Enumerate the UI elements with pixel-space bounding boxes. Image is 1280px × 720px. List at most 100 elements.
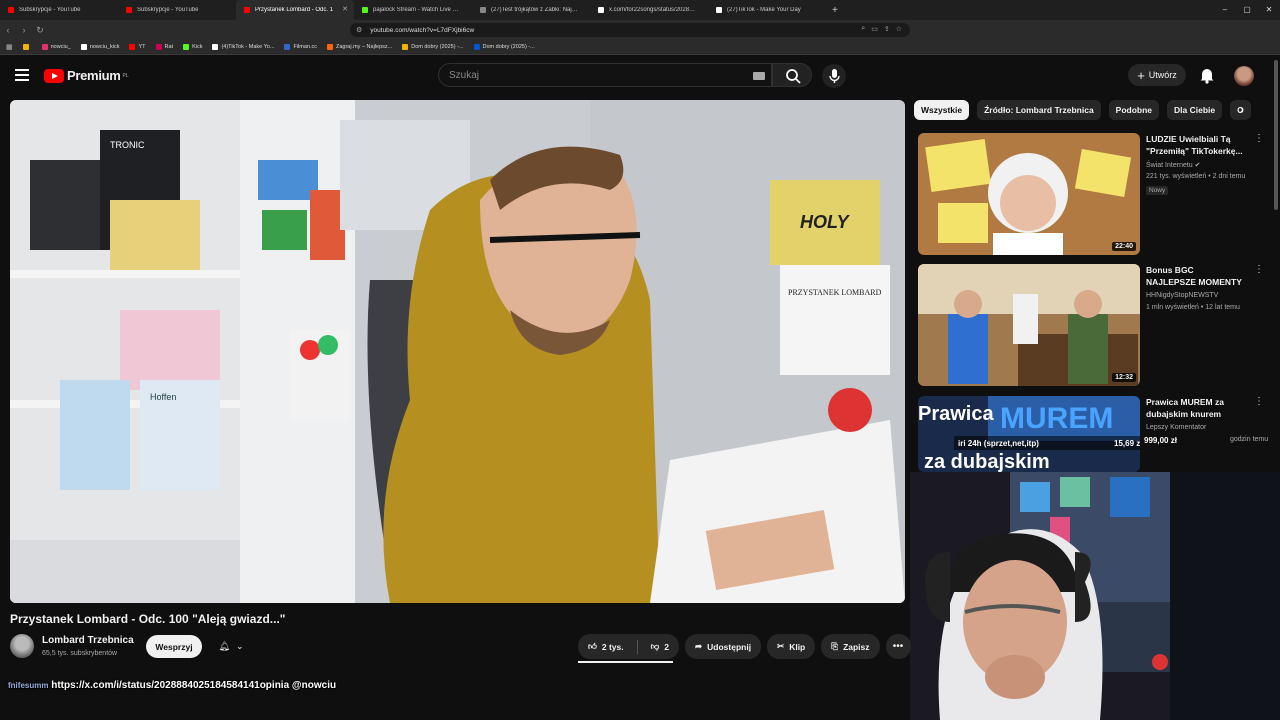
- browser-tab[interactable]: Subskrypcje - YouTube: [0, 0, 118, 20]
- recommendation-title[interactable]: Bonus BGC NAJLEPSZE MOMENTY MIX VIDEO: [1146, 264, 1246, 288]
- browser-tab[interactable]: (27)TikTok - Make Your Day: [708, 0, 826, 20]
- clip-label: Klip: [789, 641, 806, 652]
- zoom-icon[interactable]: ⌕: [861, 25, 865, 33]
- share-button[interactable]: ➦ Udostępnij: [685, 634, 762, 659]
- site-info-icon[interactable]: ⚙: [356, 26, 362, 34]
- bookmark-favicon-icon: [473, 44, 480, 50]
- youtube-premium-logo[interactable]: Premium PL: [44, 68, 129, 83]
- url-omnibox[interactable]: ⚙ youtube.com/watch?v=L7dFXjbi6cw ⌕ ▭ ⇪ …: [350, 23, 910, 37]
- recommendation-thumbnail[interactable]: 22:40: [918, 133, 1140, 255]
- create-button[interactable]: + Utwórz: [1128, 64, 1186, 86]
- star-icon[interactable]: ☆: [896, 25, 902, 33]
- youtube-header: Premium PL Szukaj + Utwórz: [0, 56, 1280, 94]
- more-options-icon[interactable]: ⋮: [1254, 133, 1264, 144]
- more-options-icon[interactable]: ⋮: [1254, 396, 1264, 407]
- apps-grid-icon[interactable]: ▦: [6, 43, 13, 51]
- minimize-button[interactable]: –: [1214, 0, 1236, 20]
- hamburger-menu-icon[interactable]: [15, 69, 29, 84]
- search-input[interactable]: Szukaj: [438, 63, 772, 87]
- recommendation-thumbnail[interactable]: Prawica MUREM za dubajskim iri 24h (sprz…: [918, 396, 1140, 472]
- keyboard-icon[interactable]: [753, 72, 765, 80]
- chevron-right-icon[interactable]: ›: [1240, 104, 1244, 116]
- bookmark-label: YT: [138, 44, 146, 50]
- browser-tab[interactable]: Przystanek Lombard - Odc. 1 ✕: [236, 0, 354, 20]
- account-avatar[interactable]: [1234, 66, 1254, 86]
- new-tab-button[interactable]: +: [832, 5, 838, 16]
- page-scrollbar[interactable]: [1274, 60, 1278, 210]
- channel-name[interactable]: Lombard Trzebnica: [42, 635, 134, 646]
- recommendation-channel[interactable]: Lepszy Komentator: [1146, 424, 1206, 431]
- install-icon[interactable]: ▭: [871, 25, 878, 33]
- plus-icon: +: [1137, 67, 1145, 83]
- back-icon[interactable]: ‹: [0, 25, 16, 35]
- filter-chip[interactable]: Dla Ciebie: [1167, 100, 1223, 120]
- reload-icon[interactable]: ↻: [32, 25, 48, 36]
- like-button[interactable]: 👍︎ 2 tys.: [588, 641, 624, 652]
- thumbnail-image: [918, 264, 1140, 386]
- close-tab-icon[interactable]: ✕: [342, 5, 348, 13]
- channel-name[interactable]: Świat Internetu: [1146, 162, 1193, 169]
- subscription-bell-button[interactable]: 🔔︎ ⌄: [208, 635, 254, 658]
- bookmark-item[interactable]: Zagraj.my – Najlepsz...: [326, 44, 392, 50]
- bookmark-item[interactable]: [22, 44, 32, 50]
- recommendation-title[interactable]: Prawica MUREM za dubajskim knurem: [1146, 396, 1246, 420]
- browser-tab[interactable]: (27)Test trójkątów z Żabki: Najlepsza: [472, 0, 590, 20]
- recommendation-filter-chips: Wszystkie Źródło: Lombard Trzebnica Podobn…: [914, 100, 1264, 122]
- more-actions-button[interactable]: •••: [885, 634, 911, 659]
- bookmark-item[interactable]: nowciu_kick: [80, 44, 119, 50]
- duration-label: 12:32: [1112, 373, 1136, 382]
- browser-tab[interactable]: Subskrypcje - YouTube: [118, 0, 236, 20]
- dislike-button[interactable]: 👎︎ 2: [651, 641, 669, 652]
- subscriber-count: 65,5 tys. subskrybentów: [42, 650, 118, 657]
- close-window-button[interactable]: ✕: [1258, 0, 1280, 20]
- window-controls: – ▢ ✕: [1214, 0, 1280, 20]
- recommendation-item[interactable]: 12:32 Bonus BGC NAJLEPSZE MOMENTY MIX VI…: [918, 264, 1268, 386]
- dislike-count: 2: [664, 641, 670, 652]
- bookmark-item[interactable]: Filman.cc: [284, 44, 317, 50]
- recommendation-item[interactable]: 22:40 LUDZIE Uwielbiali Tą "Przemiłą" Ti…: [918, 133, 1268, 255]
- video-player[interactable]: TRONIC Hoffen HOLY PRZYSTANEK LOMBARD: [10, 100, 905, 603]
- bookmark-item[interactable]: (4)TikTok - Make Yo...: [212, 44, 274, 50]
- bookmark-label: Dom dobry (2025) -...: [482, 44, 535, 50]
- notifications-bell-icon[interactable]: [1199, 66, 1215, 84]
- more-options-icon[interactable]: ⋮: [1254, 264, 1264, 275]
- recommendation-thumbnail[interactable]: 12:32: [918, 264, 1140, 386]
- thumb-text-2: MUREM: [1000, 402, 1113, 435]
- filter-chip[interactable]: Podobne: [1108, 100, 1160, 120]
- overlay-link-text: https://x.com/i/status/20288840251845841…: [51, 680, 337, 691]
- bookmark-item[interactable]: Kick: [183, 44, 202, 50]
- like-dislike-group: 👍︎ 2 tys. 👎︎ 2: [578, 634, 680, 659]
- bookmark-item[interactable]: Dom dobry (2025) -...: [473, 44, 535, 50]
- stream-overlay-text: fnifesumm https://x.com/i/status/2028884…: [8, 680, 336, 691]
- tab-title: (27)Test trójkątów z Żabki: Najlepsza: [491, 7, 579, 13]
- recommendation-channel[interactable]: HHNigdyStopNEWSTV: [1146, 292, 1218, 299]
- create-label: Utwórz: [1148, 70, 1177, 80]
- save-button[interactable]: ⎘ Zapisz: [821, 634, 880, 659]
- maximize-button[interactable]: ▢: [1236, 0, 1258, 20]
- tab-title: Przystanek Lombard - Odc. 1: [255, 7, 334, 13]
- share-icon[interactable]: ⇪: [884, 25, 890, 33]
- bookmark-item[interactable]: YT: [129, 44, 146, 50]
- clip-button[interactable]: ✂ Klip: [767, 634, 816, 659]
- channel-avatar[interactable]: [10, 634, 34, 658]
- browser-tab[interactable]: x.com/for22songs/status/20285901: [590, 0, 708, 20]
- bookmark-favicon-icon: [41, 44, 48, 50]
- support-button[interactable]: Wesprzyj: [146, 635, 202, 658]
- scene-box-label: TRONIC: [110, 140, 145, 150]
- recommendation-channel[interactable]: Świat Internetu ✔: [1146, 161, 1201, 169]
- bookmark-item[interactable]: Dom dobry (2025) -...: [402, 44, 464, 50]
- recommendation-title[interactable]: LUDZIE Uwielbiali Tą "Przemiłą" TikToker…: [1146, 133, 1246, 157]
- bookmark-item[interactable]: Rat: [155, 44, 174, 50]
- bookmark-label: Rat: [164, 44, 174, 50]
- voice-search-button[interactable]: [822, 64, 846, 88]
- tab-favicon-icon: [598, 7, 604, 13]
- search-button[interactable]: [772, 63, 812, 87]
- filter-chip[interactable]: Wszystkie: [914, 100, 970, 120]
- scene-box-label-2: Hoffen: [150, 392, 176, 402]
- bookmark-item[interactable]: nowciu_: [41, 44, 71, 50]
- search-icon: [786, 69, 801, 84]
- browser-tab[interactable]: pajalock Stream - Watch Live on Kick: [354, 0, 472, 20]
- like-progress-line: [578, 661, 673, 663]
- forward-icon[interactable]: ›: [16, 25, 32, 35]
- filter-chip[interactable]: Źródło: Lombard Trzebnica: [977, 100, 1101, 120]
